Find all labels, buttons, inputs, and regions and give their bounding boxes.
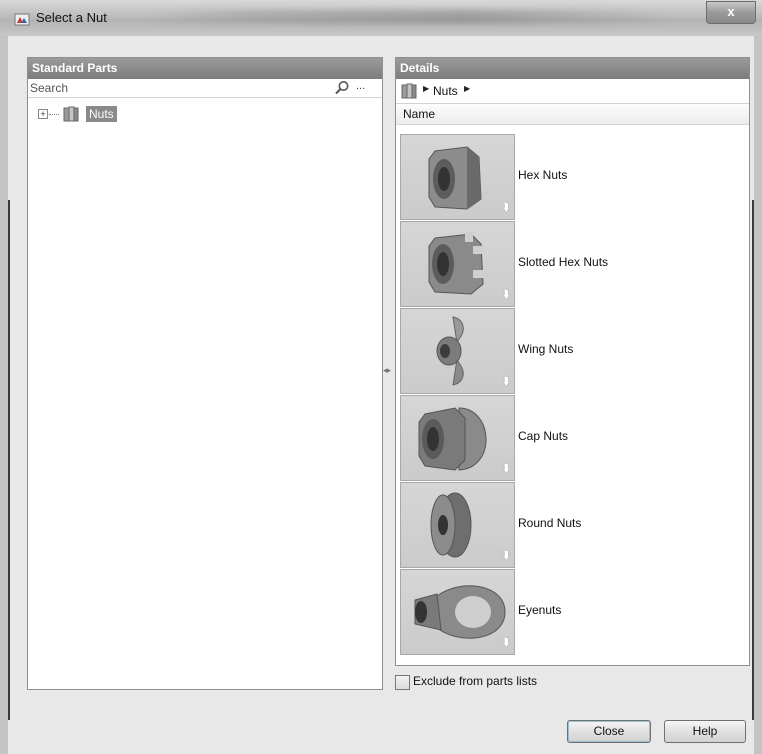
eye-nut-thumbnail[interactable]: ⮯ [400, 569, 515, 655]
list-item-label: Round Nuts [518, 516, 582, 530]
select-nut-dialog: Select a Nut x Standard Parts ... + Nuts [0, 0, 762, 754]
list-item-label: Wing Nuts [518, 342, 574, 356]
list-item-label: Eyenuts [518, 603, 562, 617]
window-edge-right [752, 200, 754, 720]
window-title: Select a Nut [36, 10, 107, 25]
slotted-hex-nut-icon [428, 232, 485, 295]
title-bar-blur [150, 10, 670, 24]
parts-folder-icon [63, 106, 79, 122]
insert-arrow-icon: ⮯ [502, 637, 509, 649]
list-item-cap-nuts[interactable]: ⮯ Cap Nuts [400, 395, 745, 481]
search-row: ... [28, 79, 382, 98]
list-item-round-nuts[interactable]: ⮯ Round Nuts [400, 482, 745, 568]
eye-nut-icon [414, 585, 506, 639]
details-pane: Details ▶ Nuts ▶ Name ⮯ Hex Nuts ⮯ Slott… [395, 57, 750, 666]
tree-item-label[interactable]: Nuts [86, 106, 117, 122]
round-nut-thumbnail[interactable]: ⮯ [400, 482, 515, 568]
search-icon[interactable] [334, 80, 350, 96]
list-item-label: Cap Nuts [518, 429, 569, 443]
slotted-hex-nut-thumbnail[interactable]: ⮯ [400, 221, 515, 307]
insert-arrow-icon: ⮯ [502, 550, 509, 562]
breadcrumb-arrow-icon[interactable]: ▶ [423, 84, 429, 93]
insert-arrow-icon: ⮯ [502, 202, 509, 214]
window-frame-left [0, 36, 8, 754]
expand-icon[interactable]: + [38, 109, 48, 119]
list-item-label: Slotted Hex Nuts [518, 255, 609, 269]
breadcrumb-item-nuts[interactable]: Nuts [433, 84, 458, 98]
help-button[interactable]: Help [664, 720, 746, 743]
standard-parts-header: Standard Parts [28, 58, 382, 79]
search-input[interactable] [30, 80, 330, 96]
breadcrumb-arrow-icon[interactable]: ▶ [464, 84, 470, 93]
exclude-checkbox-label[interactable]: Exclude from parts lists [413, 674, 537, 688]
app-icon [14, 13, 30, 26]
list-item-wing-nuts[interactable]: ⮯ Wing Nuts [400, 308, 745, 394]
wing-nut-icon [436, 316, 464, 386]
window-frame-right [754, 36, 762, 754]
close-button[interactable]: Close [567, 720, 651, 743]
hex-nut-thumbnail[interactable]: ⮯ [400, 134, 515, 220]
insert-arrow-icon: ⮯ [502, 376, 509, 388]
window-close-button[interactable]: x [706, 1, 756, 24]
title-bar[interactable]: Select a Nut x [0, 0, 762, 36]
splitter-grip[interactable]: ◂▸ [383, 365, 391, 376]
round-nut-icon [430, 492, 472, 558]
parts-folder-icon[interactable] [400, 82, 418, 100]
breadcrumb: ▶ Nuts ▶ [396, 79, 749, 104]
list-item-hex-nuts[interactable]: ⮯ Hex Nuts [400, 134, 745, 220]
cap-nut-icon [418, 407, 487, 471]
search-options-button[interactable]: ... [356, 80, 365, 92]
standard-parts-pane: Standard Parts ... + Nuts [27, 57, 383, 690]
list-item-label: Hex Nuts [518, 168, 568, 182]
hex-nut-icon [428, 146, 482, 210]
list-item-slotted-hex-nuts[interactable]: ⮯ Slotted Hex Nuts [400, 221, 745, 307]
cap-nut-thumbnail[interactable]: ⮯ [400, 395, 515, 481]
tree-connector [49, 114, 59, 115]
details-header: Details [396, 58, 749, 79]
window-edge-left [8, 200, 10, 720]
wing-nut-thumbnail[interactable]: ⮯ [400, 308, 515, 394]
name-column-header[interactable]: Name [396, 104, 749, 125]
insert-arrow-icon: ⮯ [502, 463, 509, 475]
exclude-checkbox[interactable] [395, 675, 410, 690]
list-item-eyenuts[interactable]: ⮯ Eyenuts [400, 569, 745, 655]
insert-arrow-icon: ⮯ [502, 289, 509, 301]
